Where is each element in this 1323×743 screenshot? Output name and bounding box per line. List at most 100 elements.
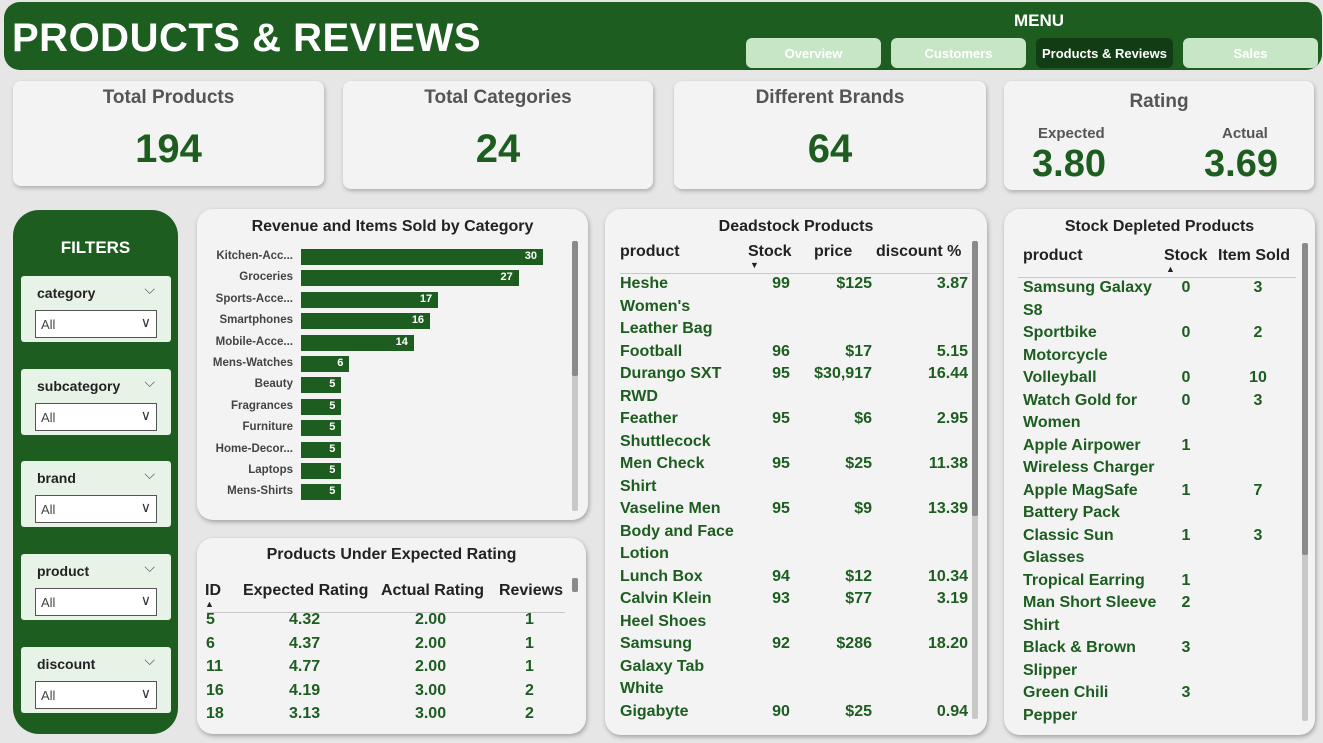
column-header-product[interactable]: product — [620, 243, 748, 273]
chevron-down-icon[interactable]: ⌵ — [144, 652, 155, 669]
deadstock-title: Deadstock Products — [718, 218, 874, 235]
column-header-stock[interactable]: Stock ▼ — [748, 243, 814, 273]
bar[interactable]: 6 — [301, 356, 350, 372]
table-cell: 1 — [524, 634, 534, 652]
chevron-down-icon[interactable]: ⌵ — [144, 466, 155, 483]
bar[interactable]: 5 — [301, 420, 342, 437]
bar-category-label: Groceries — [239, 271, 293, 284]
table-row[interactable]: Feather Shuttlecock 95 $6 2.95 — [620, 408, 970, 453]
table-cell: 13.39 — [927, 500, 968, 517]
table-row[interactable]: Apple Airpower Wireless Charger 1 — [1023, 435, 1298, 480]
bar[interactable]: 17 — [301, 291, 439, 308]
table-row[interactable]: Vaseline Men Body and Face Lotion 95 $9 13.… — [620, 498, 970, 566]
bar[interactable]: 27 — [301, 270, 519, 287]
table-row[interactable]: Men Check Shirt 95 $25 11.38 — [620, 453, 970, 498]
table-cell: Black & Brown Slipper — [1023, 639, 1136, 679]
brand-dropdown[interactable]: All ∨ — [35, 495, 157, 523]
column-header-product[interactable]: product — [1023, 247, 1164, 277]
table-cell: Men Check Shirt — [620, 455, 705, 495]
table-row[interactable]: 16 4.19 3.00 2 — [205, 679, 563, 703]
bar[interactable]: 5 — [301, 377, 342, 394]
column-header-discount[interactable]: discount % — [876, 243, 970, 273]
table-row[interactable]: Man Short Sleeve Shirt 2 — [1023, 592, 1298, 637]
rating-actual-value: 3.69 — [1204, 143, 1278, 185]
header-divider — [1018, 277, 1296, 278]
column-header-id[interactable]: ID ▲ — [205, 582, 243, 609]
table-cell: Apple MagSafe Battery Pack — [1023, 481, 1138, 522]
menu-sales-button[interactable]: Sales — [1183, 38, 1318, 68]
bar[interactable]: 5 — [301, 441, 342, 458]
column-header-expected-rating[interactable]: Expected Rating — [243, 582, 381, 608]
column-header-stock[interactable]: Stock ▲ — [1164, 247, 1218, 277]
product-dropdown[interactable]: All ∨ — [35, 588, 157, 616]
slicer-category: category ⌵ All ∨ — [21, 276, 171, 342]
category-dropdown[interactable]: All ∨ — [35, 310, 157, 338]
table-row[interactable]: Green Chili Pepper 3 — [1023, 682, 1298, 727]
table-row[interactable]: Samsung Galaxy Tab White 92 $286 18.20 — [620, 633, 970, 701]
scroll-thumb[interactable] — [572, 578, 578, 592]
table-cell: Green Chili Pepper — [1023, 684, 1109, 724]
stock-depleted-scrollbar[interactable] — [1302, 243, 1308, 721]
column-header-reviews[interactable]: Reviews — [499, 582, 563, 608]
column-header-price[interactable]: price — [814, 243, 876, 273]
table-row[interactable]: Sportbike Motorcycle 0 2 — [1023, 322, 1298, 367]
table-cell: $12 — [845, 567, 872, 585]
chart-scrollbar[interactable] — [572, 241, 578, 511]
bar-category-label: Mobile-Acce... — [215, 335, 293, 348]
table-row[interactable]: Calvin Klein Heel Shoes 93 $77 3.19 — [620, 588, 970, 633]
menu-overview-button[interactable]: Overview — [746, 38, 881, 68]
table-cell: 95 — [772, 455, 790, 472]
table-row[interactable]: 18 3.13 3.00 2 — [205, 702, 563, 726]
table-cell: 95 — [772, 500, 790, 517]
table-row[interactable]: Black & Brown Slipper 3 — [1023, 637, 1298, 682]
bar[interactable]: 5 — [301, 484, 342, 501]
kpi-total-categories: Total Categories 24 — [343, 81, 653, 189]
deadstock-scrollbar[interactable] — [972, 241, 978, 719]
table-row[interactable]: 11 4.77 2.00 1 — [205, 655, 563, 679]
table-cell: 5.15 — [936, 342, 968, 360]
table-cell: Heshe Women's Leather Bag — [620, 275, 713, 337]
table-row[interactable]: Samsung Galaxy S8 0 3 — [1023, 277, 1298, 322]
table-cell: 7 — [1253, 481, 1263, 499]
table-row[interactable]: Gigabyte 90 $25 0.94 — [620, 701, 970, 724]
menu-customers-button[interactable]: Customers — [891, 38, 1026, 68]
table-row[interactable]: Durango SXT RWD 95 $30,917 16.44 — [620, 363, 970, 408]
bar[interactable]: 5 — [301, 398, 342, 415]
bar[interactable]: 16 — [301, 313, 431, 330]
bar[interactable]: 30 — [301, 249, 543, 265]
table-row[interactable]: Classic Sun Glasses 1 3 — [1023, 525, 1298, 570]
table-row[interactable]: Watch Gold for Women 0 3 — [1023, 390, 1298, 435]
chevron-down-icon[interactable]: ⌵ — [144, 374, 155, 391]
table-cell: Man Short Sleeve Shirt — [1023, 594, 1157, 634]
discount-dropdown[interactable]: All ∨ — [35, 681, 157, 709]
table-row[interactable]: Football 96 $17 5.15 — [620, 341, 970, 364]
chevron-down-icon[interactable]: ⌵ — [144, 559, 155, 576]
table-cell: $17 — [845, 342, 872, 360]
table-cell: $77 — [845, 590, 872, 607]
column-header-actual-rating[interactable]: Actual Rating — [381, 582, 499, 608]
menu-products-reviews-button[interactable]: Products & Reviews — [1036, 38, 1173, 68]
table-row[interactable]: Volleyball 0 10 — [1023, 367, 1298, 390]
bar-value-label: 5 — [329, 464, 336, 476]
scroll-thumb[interactable] — [1302, 243, 1308, 555]
table-row[interactable]: Heshe Women's Leather Bag 99 $125 3.87 — [620, 273, 970, 341]
table-row[interactable]: Lunch Box 94 $12 10.34 — [620, 566, 970, 589]
column-header-item-sold[interactable]: Item Sold — [1218, 247, 1298, 277]
bar[interactable]: 14 — [301, 334, 414, 351]
bar[interactable]: 5 — [301, 463, 342, 479]
subcategory-dropdown[interactable]: All ∨ — [35, 403, 157, 431]
scroll-thumb[interactable] — [972, 241, 978, 516]
table-row[interactable]: Apple MagSafe Battery Pack 1 7 — [1023, 480, 1298, 525]
chevron-down-icon[interactable]: ⌵ — [144, 281, 155, 298]
table-cell: 2 — [1181, 594, 1191, 611]
table-cell: 6 — [206, 634, 215, 652]
table-cell: Gigabyte — [620, 702, 689, 720]
table-row[interactable]: 6 4.37 2.00 1 — [205, 632, 563, 656]
sort-arrow-icon: ▲ — [205, 599, 214, 609]
table-cell: 4.19 — [288, 681, 321, 699]
scroll-thumb[interactable] — [572, 241, 578, 376]
under-rating-scrollbar[interactable] — [572, 578, 578, 592]
kpi-total-products: Total Products 194 — [13, 81, 324, 186]
table-row[interactable]: Tropical Earring 1 — [1023, 570, 1298, 593]
table-cell: 3 — [1181, 639, 1191, 656]
